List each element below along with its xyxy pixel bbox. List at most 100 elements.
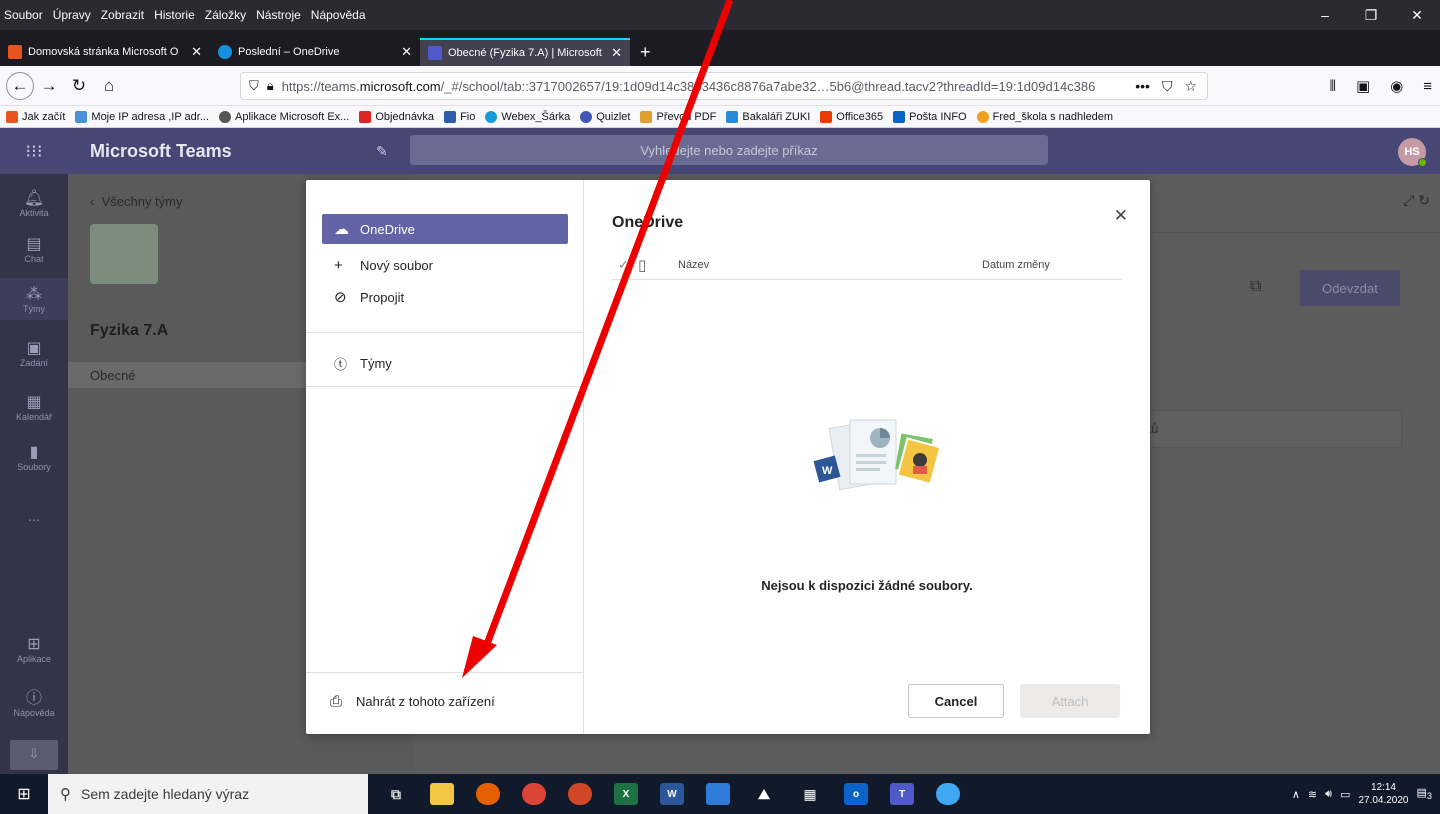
expand-icon[interactable]: ⤢ ↻ bbox=[1403, 192, 1430, 209]
bookmark-item[interactable]: Převod PDF bbox=[640, 110, 716, 123]
bookmark-item[interactable]: Office365 bbox=[820, 110, 883, 123]
bookmark-item[interactable]: Bakaláři ZUKI bbox=[726, 110, 811, 123]
upload-from-device-button[interactable]: ⎙ Nahrát z tohoto zařízení bbox=[330, 693, 495, 710]
bookmark-label: Bakaláři ZUKI bbox=[742, 110, 811, 123]
star-icon[interactable]: ☆ bbox=[1184, 78, 1197, 95]
url-prefix: https://teams. bbox=[281, 78, 360, 94]
menu-historie[interactable]: Historie bbox=[154, 8, 195, 22]
tab-onedrive[interactable]: Poslední – OneDrive ✕ bbox=[210, 38, 420, 66]
pocket-icon[interactable]: ⛉ bbox=[1162, 78, 1173, 95]
nav-link[interactable]: ⊘ Propojit bbox=[322, 282, 568, 312]
submit-button[interactable]: Odevzdat bbox=[1300, 270, 1400, 306]
tab-teams-obecne[interactable]: Obecné (Fyzika 7.A) | Microsoft ✕ bbox=[420, 38, 630, 66]
nav-teams[interactable]: ⓣ Týmy bbox=[322, 348, 568, 378]
compose-icon[interactable]: ✎ bbox=[376, 143, 388, 160]
clock[interactable]: 12:14 27.04.2020 bbox=[1358, 781, 1408, 807]
menu-zalozky[interactable]: Záložky bbox=[205, 8, 246, 22]
rail-item-files[interactable]: ▮ Soubory bbox=[0, 442, 68, 472]
menu-napoveda[interactable]: Nápověda bbox=[311, 8, 366, 22]
back-label: Všechny týmy bbox=[101, 194, 183, 209]
battery-icon[interactable]: ▭ bbox=[1340, 788, 1350, 801]
sidebar-icon[interactable]: ▣ bbox=[1356, 77, 1370, 95]
excel-icon[interactable]: X bbox=[614, 783, 638, 805]
new-tab-icon[interactable]: + bbox=[630, 38, 661, 66]
restore-icon[interactable]: ❐ bbox=[1348, 0, 1394, 30]
firefox-icon[interactable] bbox=[476, 783, 500, 805]
bookmark-item[interactable]: Jak začít bbox=[6, 110, 65, 123]
library-icon[interactable]: ⫴ bbox=[1330, 78, 1336, 95]
bookmark-item[interactable]: Fred_škola s nadhledem bbox=[976, 110, 1113, 123]
more-actions-icon[interactable]: ••• bbox=[1135, 78, 1150, 95]
home-icon[interactable]: ⌂ bbox=[94, 71, 124, 101]
avatar[interactable]: HS bbox=[1398, 138, 1427, 167]
close-icon[interactable]: ✕ bbox=[1114, 206, 1128, 226]
tab-close-icon[interactable]: ✕ bbox=[401, 44, 412, 60]
calculator-icon[interactable]: ▦ bbox=[798, 783, 822, 805]
bookmark-item[interactable]: Fio bbox=[444, 110, 475, 123]
word-icon[interactable]: W bbox=[660, 783, 684, 805]
rail-item-activity[interactable]: 🔔︎ Aktivita bbox=[0, 188, 68, 218]
select-all-checkbox[interactable]: ✓ bbox=[612, 257, 638, 273]
bookmark-item[interactable]: Moje IP adresa ,IP adr... bbox=[75, 110, 209, 123]
lock-icon[interactable]: 🔒︎ bbox=[267, 78, 274, 94]
search-input[interactable]: Vyhledejte nebo zadejte příkaz bbox=[410, 135, 1048, 165]
rail-item-apps[interactable]: ⊞ Aplikace bbox=[0, 634, 68, 664]
task-view-icon[interactable]: ⧉ bbox=[384, 783, 408, 805]
nav-new-file[interactable]: + Nový soubor bbox=[322, 250, 568, 280]
nav-onedrive[interactable]: ☁ OneDrive bbox=[322, 214, 568, 244]
teams-icon[interactable]: T bbox=[890, 783, 914, 805]
back-arrow-icon[interactable]: ← bbox=[6, 71, 34, 100]
rail-item-teams[interactable]: ⁂ Týmy bbox=[0, 278, 68, 320]
chevron-up-icon[interactable]: ∧ bbox=[1292, 788, 1300, 801]
rail-item-help[interactable]: ⓘ Nápověda bbox=[0, 684, 68, 718]
tab-close-icon[interactable]: ✕ bbox=[611, 45, 622, 61]
network-drive-icon[interactable]: ⛰ bbox=[752, 783, 776, 805]
file-explorer-icon[interactable] bbox=[430, 783, 454, 805]
attachment-icon[interactable]: ⧉ bbox=[1250, 278, 1261, 296]
bookmark-item[interactable]: Quizlet bbox=[580, 110, 630, 123]
notification-icon[interactable]: ▤3 bbox=[1417, 786, 1433, 801]
volume-icon[interactable]: 🔊︎ bbox=[1325, 788, 1332, 801]
menu-zobrazit[interactable]: Zobrazit bbox=[101, 8, 144, 22]
shield-icon[interactable]: ⛉ bbox=[249, 78, 259, 94]
rail-item-calendar[interactable]: ▦ Kalendář bbox=[0, 392, 68, 422]
webex-icon[interactable] bbox=[936, 783, 960, 805]
minimize-icon[interactable]: – bbox=[1302, 0, 1348, 30]
bookmark-item[interactable]: Pošta INFO bbox=[893, 110, 967, 123]
menu-soubor[interactable]: Soubor bbox=[4, 8, 43, 22]
app-launcher-icon[interactable]: ⁝⁝⁝ bbox=[0, 141, 68, 162]
tab-microsoft-home[interactable]: Domovská stránka Microsoft O ✕ bbox=[0, 38, 210, 66]
account-icon[interactable]: ◉ bbox=[1390, 77, 1403, 95]
reload-icon[interactable]: ↻ bbox=[64, 71, 94, 101]
bookmark-item[interactable]: Objednávka bbox=[359, 110, 434, 123]
empty-state-text: Nejsou k dispozici žádné soubory. bbox=[761, 578, 973, 593]
nav-label: OneDrive bbox=[360, 221, 415, 237]
bookmark-item[interactable]: Aplikace Microsoft Ex... bbox=[219, 110, 350, 123]
bookmark-label: Aplikace Microsoft Ex... bbox=[235, 110, 350, 123]
rail-item-chat[interactable]: ▤ Chat bbox=[0, 234, 68, 264]
menu-nastroje[interactable]: Nástroje bbox=[256, 8, 301, 22]
menu-icon[interactable]: ≡ bbox=[1423, 78, 1432, 95]
windows-start-icon[interactable]: ⊞ bbox=[0, 784, 48, 804]
wifi-icon[interactable]: ≋ bbox=[1308, 788, 1317, 801]
chrome-icon[interactable] bbox=[522, 783, 546, 805]
text-field[interactable]: stů bbox=[1134, 410, 1402, 448]
close-window-icon[interactable]: ✕ bbox=[1394, 0, 1440, 30]
cancel-button[interactable]: Cancel bbox=[908, 684, 1004, 718]
column-date-modified[interactable]: Datum změny bbox=[982, 259, 1122, 271]
tab-close-icon[interactable]: ✕ bbox=[191, 44, 202, 60]
attach-button[interactable]: Attach bbox=[1020, 684, 1120, 718]
taskbar-search-input[interactable]: ⚲ Sem zadejte hledaný výraz bbox=[48, 774, 368, 814]
menu-upravy[interactable]: Úpravy bbox=[53, 8, 91, 22]
outlook-icon[interactable]: o bbox=[844, 783, 868, 805]
all-teams-link[interactable]: ‹ Všechny týmy bbox=[90, 194, 183, 209]
download-app-icon[interactable]: ⇩ bbox=[10, 740, 58, 770]
column-name[interactable]: Název bbox=[678, 259, 982, 271]
rail-item-assignments[interactable]: ▣ Zadání bbox=[0, 338, 68, 368]
bookmark-item[interactable]: Webex_Šárka bbox=[485, 110, 570, 123]
forward-arrow-icon[interactable]: → bbox=[34, 71, 64, 101]
url-bar[interactable]: ⛉ 🔒︎ https://teams.microsoft.com/_#/scho… bbox=[240, 72, 1208, 100]
powerpoint-icon[interactable] bbox=[568, 783, 592, 805]
whiteboard-icon[interactable] bbox=[706, 783, 730, 805]
rail-item-more[interactable]: ... bbox=[0, 508, 68, 524]
